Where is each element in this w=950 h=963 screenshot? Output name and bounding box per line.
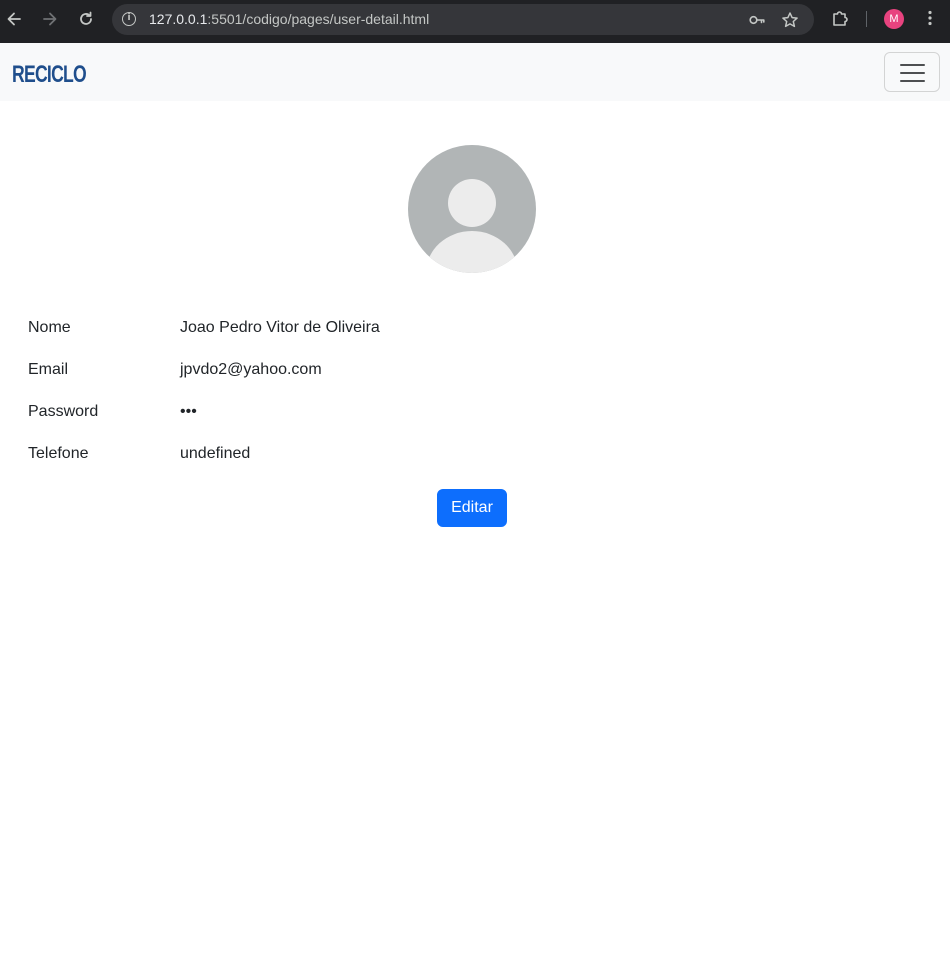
reload-icon[interactable]: [76, 9, 96, 29]
default-user-avatar-icon: [408, 145, 536, 273]
hamburger-icon-line: [900, 72, 925, 74]
url-text[interactable]: 127.0.0.1:5501/codigo/pages/user-detail.…: [149, 11, 429, 27]
back-icon[interactable]: [4, 9, 24, 29]
info-icon[interactable]: i: [122, 12, 136, 26]
url-host: 127.0.0.1: [149, 11, 208, 27]
reciclo-logo[interactable]: RECICLO: [12, 58, 92, 86]
edit-button[interactable]: Editar: [437, 489, 507, 527]
browser-chrome: i 127.0.0.1:5501/codigo/pages/user-detai…: [0, 0, 950, 43]
navbar: RECICLO: [0, 43, 950, 101]
detail-row-telefone: Telefone undefined: [28, 442, 728, 466]
field-value: jpvdo2@yahoo.com: [180, 361, 322, 378]
detail-row-nome: Nome Joao Pedro Vitor de Oliveira: [28, 316, 728, 340]
navbar-toggler-button[interactable]: [884, 52, 940, 92]
profile-avatar[interactable]: M: [884, 9, 904, 29]
field-value: •••: [180, 403, 197, 420]
detail-row-password: Password •••: [28, 400, 728, 424]
field-label: Telefone: [28, 445, 89, 462]
field-value: Joao Pedro Vitor de Oliveira: [180, 319, 380, 336]
hamburger-icon-line: [900, 80, 925, 82]
url-path: :5501/codigo/pages/user-detail.html: [207, 11, 430, 27]
hamburger-icon: [900, 64, 925, 66]
field-label: Nome: [28, 319, 71, 336]
address-bar[interactable]: i 127.0.0.1:5501/codigo/pages/user-detai…: [112, 4, 814, 35]
key-icon[interactable]: [748, 11, 766, 29]
kebab-menu-icon[interactable]: [921, 9, 939, 27]
svg-text:RECICLO: RECICLO: [12, 61, 86, 86]
field-label: Email: [28, 361, 69, 378]
field-value: undefined: [180, 445, 251, 462]
forward-icon[interactable]: [40, 9, 60, 29]
puzzle-icon[interactable]: [831, 9, 849, 27]
detail-row-email: Email jpvdo2@yahoo.com: [28, 358, 728, 382]
star-icon[interactable]: [781, 11, 799, 29]
field-label: Password: [28, 403, 99, 420]
toolbar-divider: [866, 11, 867, 27]
